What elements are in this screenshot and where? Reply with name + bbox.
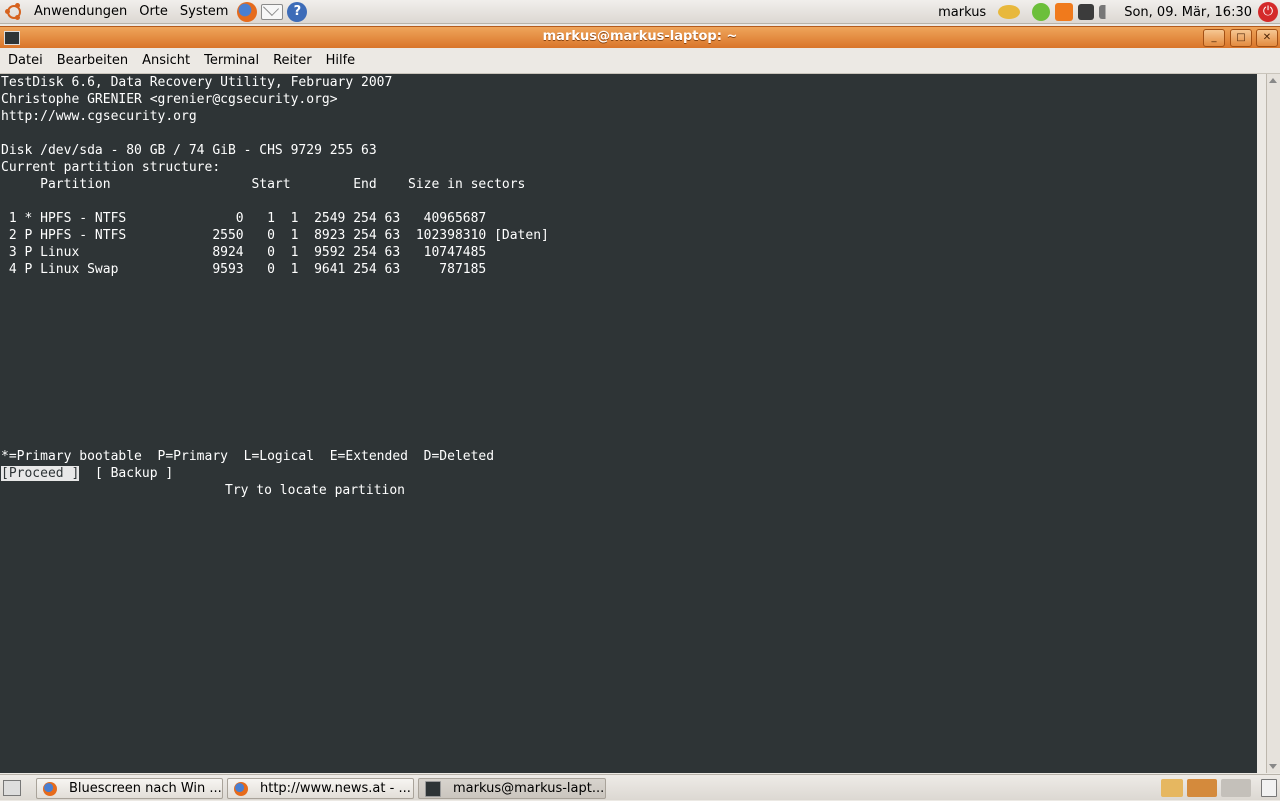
workspace-switcher-empty[interactable] [1221,779,1251,797]
ubuntu-logo-icon[interactable] [5,2,23,21]
menu-view[interactable]: Ansicht [135,53,197,68]
folder-icon[interactable] [1161,779,1183,797]
maximize-button[interactable]: □ [1230,29,1252,47]
workspace-area [1157,775,1280,801]
menu-help[interactable]: Hilfe [319,53,363,68]
show-desktop-icon[interactable] [3,780,21,796]
trash-icon[interactable] [1261,779,1277,797]
window-title: markus@markus-laptop: ~ [542,29,738,44]
taskbar-item[interactable]: http://www.news.at - ... [227,778,414,799]
system-tray: markus Son, 09. Mär, 16:30 ⏻ [938,0,1280,24]
top-panel: Anwendungen Orte System ? markus Son, 09… [0,0,1280,24]
terminal-line: Current partition structure: [1,160,221,175]
network-icon[interactable] [1078,4,1095,20]
menu-places[interactable]: Orte [133,4,174,19]
terminal-actions: [Proceed ] [ Backup ] [1,465,173,482]
power-icon[interactable]: ⏻ [1258,2,1278,22]
firefox-icon [234,781,248,796]
notification-icon[interactable] [1055,3,1074,21]
proceed-button[interactable]: [Proceed ] [1,466,80,481]
menu-file[interactable]: Datei [1,53,50,68]
partition-type-legend: *=Primary bootable P=Primary L=Logical E… [1,449,495,464]
menu-tabs[interactable]: Reiter [266,53,319,68]
terminal-line: Disk /dev/sda - 80 GB / 74 GiB - CHS 972… [1,143,377,158]
keyring-icon[interactable] [998,5,1021,19]
terminal-line: Christophe GRENIER <grenier@cgsecurity.o… [1,92,338,107]
partition-row: 3 P Linux 8924 0 1 9592 254 63 10747485 [1,245,487,260]
close-button[interactable]: ✕ [1256,29,1278,47]
mail-icon[interactable] [261,3,284,20]
action-hint: Try to locate partition [225,483,406,498]
partition-row: 1 * HPFS - NTFS 0 1 1 2549 254 63 409656… [1,211,487,226]
menu-terminal[interactable]: Terminal [197,53,266,68]
backup-button[interactable]: [ Backup ] [95,466,173,481]
bottom-panel: Bluescreen nach Win ... http://www.news.… [0,774,1280,800]
terminal-line: TestDisk 6.6, Data Recovery Utility, Feb… [1,75,393,90]
terminal-line: http://www.cgsecurity.org [1,109,197,124]
clock[interactable]: Son, 09. Mär, 16:30 [1124,5,1252,20]
menu-applications[interactable]: Anwendungen [28,4,133,19]
scroll-up-icon[interactable] [1269,78,1277,83]
firefox-icon[interactable] [237,1,258,22]
help-icon[interactable]: ? [287,1,308,22]
taskbar-item-label: Bluescreen nach Win ... [69,781,222,796]
partition-row: 4 P Linux Swap 9593 0 1 9641 254 63 7871… [1,262,487,277]
user-switcher[interactable]: markus [938,5,986,20]
taskbar-item-label: markus@markus-lapt... [453,781,605,796]
window-border [1257,74,1266,773]
menu-edit[interactable]: Bearbeiten [50,53,135,68]
volume-icon[interactable] [1099,5,1116,19]
scroll-down-icon[interactable] [1269,764,1277,769]
minimize-button[interactable]: _ [1203,29,1225,47]
workspace-switcher[interactable] [1187,779,1217,797]
terminal-scrollbar[interactable] [1266,74,1280,773]
taskbar-item[interactable]: Bluescreen nach Win ... [36,778,223,799]
taskbar-item-active[interactable]: markus@markus-lapt... [418,778,606,799]
partition-row: 2 P HPFS - NTFS 2550 0 1 8923 254 63 102… [1,228,549,243]
terminal-area[interactable]: TestDisk 6.6, Data Recovery Utility, Feb… [0,74,1257,773]
terminal-icon [425,780,441,797]
partition-table-header: Partition Start End Size in sectors [1,177,526,192]
menu-system[interactable]: System [174,4,234,19]
update-notifier-icon[interactable] [1032,3,1051,21]
menubar: Datei Bearbeiten Ansicht Terminal Reiter… [0,48,1280,74]
window-titlebar[interactable]: markus@markus-laptop: ~ _ □ ✕ [0,26,1280,48]
taskbar-item-label: http://www.news.at - ... [260,781,411,796]
firefox-icon [43,781,57,796]
